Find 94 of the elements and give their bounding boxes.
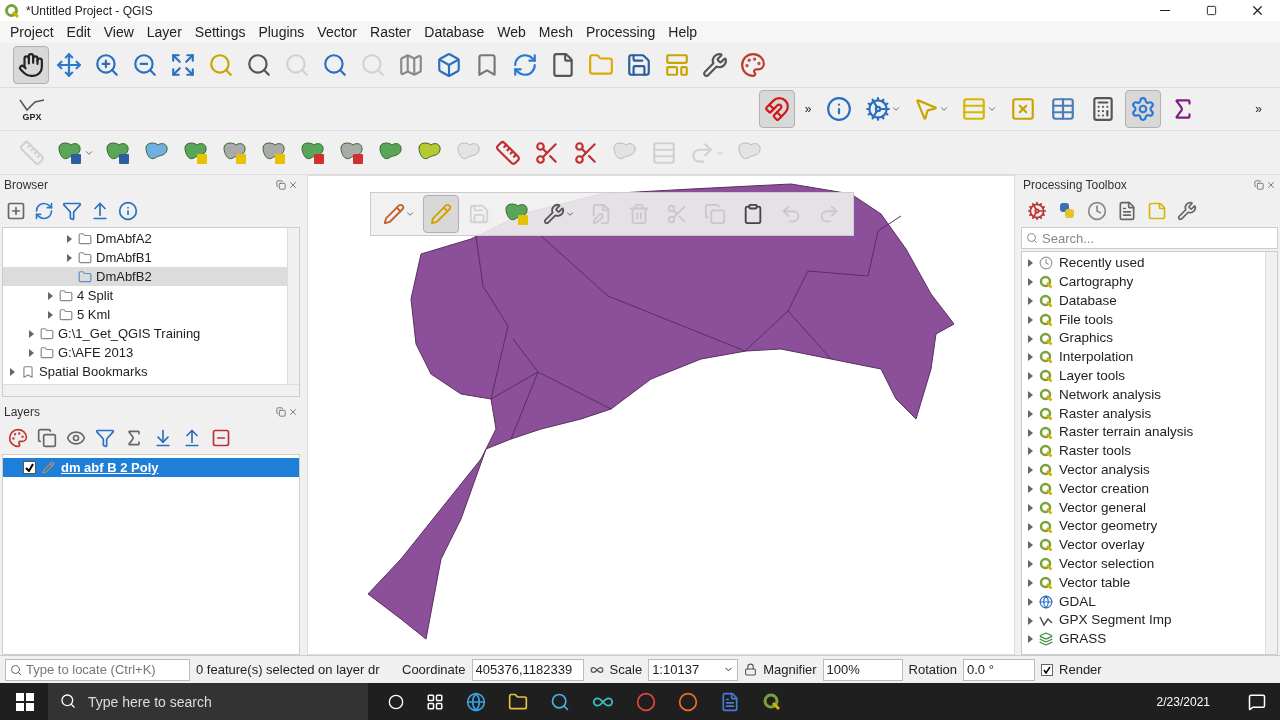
rotation-field[interactable]: 0.0 °: [963, 658, 1036, 681]
toolbox-group[interactable]: Cartography: [1022, 272, 1265, 292]
tree-label: Spatial Bookmarks: [39, 362, 148, 381]
group-label: Vector creation: [1059, 479, 1150, 498]
panel-title: Layers: [4, 404, 41, 421]
menu-item[interactable]: Plugins: [258, 21, 305, 43]
layer-label: dm abf B 2 Poly: [61, 458, 159, 477]
menu-item[interactable]: Raster: [370, 21, 412, 43]
menu-item[interactable]: Vector: [317, 21, 358, 43]
group-label: Raster tools: [1059, 442, 1132, 461]
group-label: Network analysis: [1059, 385, 1162, 404]
taskbar-date: 2/23/2021: [1156, 693, 1210, 711]
tree-item[interactable]: G:\AFE 2013: [3, 343, 287, 362]
menu-item[interactable]: Settings: [194, 21, 246, 43]
menu-item[interactable]: View: [103, 21, 134, 43]
group-label: Graphics: [1059, 329, 1114, 348]
menu-item[interactable]: Processing: [586, 21, 656, 43]
tree-item[interactable]: DmAbfA2: [3, 229, 287, 248]
scale-label: Scale: [609, 660, 643, 679]
group-label: GRASS: [1059, 630, 1107, 649]
toolbox-group[interactable]: Vector selection: [1022, 554, 1265, 574]
scale-field[interactable]: 1:10137: [648, 658, 739, 681]
panel-title: Processing Toolbox: [1023, 177, 1127, 194]
toolbox-group[interactable]: Recently used: [1022, 254, 1265, 273]
group-label: Vector table: [1059, 573, 1131, 592]
overflow-button[interactable]: »: [1255, 100, 1262, 118]
tree-label: G:\AFE 2013: [58, 343, 134, 362]
menu-item[interactable]: Help: [668, 21, 698, 43]
group-label: GPX Segment Imp: [1059, 611, 1172, 630]
toolbox-group[interactable]: Raster analysis: [1022, 404, 1265, 424]
locate-field[interactable]: Type to locate (Ctrl+K): [5, 658, 190, 681]
menu-item[interactable]: Database: [424, 21, 485, 43]
menu-item[interactable]: Layer: [146, 21, 182, 43]
group-label: Raster terrain analysis: [1059, 423, 1194, 442]
coordinate-label: Coordinate: [402, 660, 466, 679]
map-layer-row[interactable]: dm abf B 2 Poly: [3, 458, 299, 477]
group-label: Vector overlay: [1059, 536, 1145, 555]
tree-item[interactable]: 4 Split: [3, 286, 287, 305]
gpx-tool-button[interactable]: GPX: [14, 96, 50, 122]
toolbox-group[interactable]: File tools: [1022, 310, 1265, 330]
tree-label: DmAbfB2: [96, 267, 152, 286]
render-label: Render: [1059, 660, 1102, 679]
group-label: Vector geometry: [1059, 517, 1158, 536]
toolbox-group[interactable]: Vector overlay: [1022, 535, 1265, 555]
group-label: Interpolation: [1059, 348, 1134, 367]
toolbox-group[interactable]: GPX Segment Imp: [1022, 611, 1265, 630]
toolbox-group[interactable]: Vector analysis: [1022, 460, 1265, 480]
group-label: Vector general: [1059, 498, 1147, 517]
overflow-button[interactable]: »: [804, 100, 812, 118]
toolbox-group[interactable]: Raster tools: [1022, 441, 1265, 461]
tree-label: 5 Kml: [77, 305, 111, 324]
menu-item[interactable]: Web: [497, 21, 526, 43]
toolbox-group[interactable]: Raster terrain analysis: [1022, 423, 1265, 442]
menu-item[interactable]: Project: [10, 21, 54, 43]
toolbox-group[interactable]: Vector general: [1022, 498, 1265, 518]
group-label: File tools: [1059, 310, 1114, 329]
taskbar-search-field[interactable]: Type here to search: [48, 683, 368, 720]
tree-label: G:\1_Get_QGIS Training: [58, 324, 201, 343]
group-label: Recently used: [1059, 254, 1145, 273]
toolbox-group[interactable]: Interpolation: [1022, 348, 1265, 367]
group-label: Vector analysis: [1059, 461, 1150, 480]
group-label: Vector selection: [1059, 555, 1155, 574]
window-title: *Untitled Project - QGIS: [26, 2, 153, 20]
tree-label: DmAbfA2: [96, 229, 152, 248]
toolbox-group[interactable]: Graphics: [1022, 329, 1265, 348]
magnifier-field[interactable]: 100%: [822, 658, 903, 681]
toolbox-group[interactable]: GDAL: [1022, 592, 1265, 612]
toolbox-group[interactable]: GRASS: [1022, 629, 1265, 649]
group-label: Cartography: [1059, 273, 1134, 292]
tree-item[interactable]: 5 Kml: [3, 305, 287, 324]
search-field[interactable]: Search...: [1021, 227, 1278, 249]
tree-item[interactable]: DmAbfB2: [3, 267, 287, 286]
toolbox-group[interactable]: Database: [1022, 291, 1265, 311]
menu-item[interactable]: Mesh: [538, 21, 573, 43]
group-label: Raster analysis: [1059, 404, 1152, 423]
coordinate-field[interactable]: 405376,1182339: [471, 658, 584, 681]
toolbox-group[interactable]: Network analysis: [1022, 385, 1265, 405]
status-message: 0 feature(s) selected on layer dr: [196, 660, 381, 679]
tree-item[interactable]: G:\1_Get_QGIS Training: [3, 324, 287, 343]
group-label: Layer tools: [1059, 367, 1126, 386]
toolbox-group[interactable]: Vector table: [1022, 573, 1265, 593]
rotation-label: Rotation: [908, 660, 958, 679]
group-label: Database: [1059, 291, 1117, 310]
panel-title: Browser: [4, 177, 48, 194]
menu-item[interactable]: Edit: [66, 21, 91, 43]
tree-item[interactable]: DmAbfB1: [3, 248, 287, 267]
tree-item[interactable]: Spatial Bookmarks: [3, 362, 287, 381]
toolbox-group[interactable]: Vector creation: [1022, 479, 1265, 499]
tree-label: 4 Split: [77, 286, 114, 305]
toolbox-group[interactable]: Layer tools: [1022, 366, 1265, 386]
magnifier-label: Magnifier: [763, 660, 817, 679]
toolbox-group[interactable]: Vector geometry: [1022, 517, 1265, 536]
group-label: GDAL: [1059, 592, 1096, 611]
tree-label: DmAbfB1: [96, 248, 152, 267]
